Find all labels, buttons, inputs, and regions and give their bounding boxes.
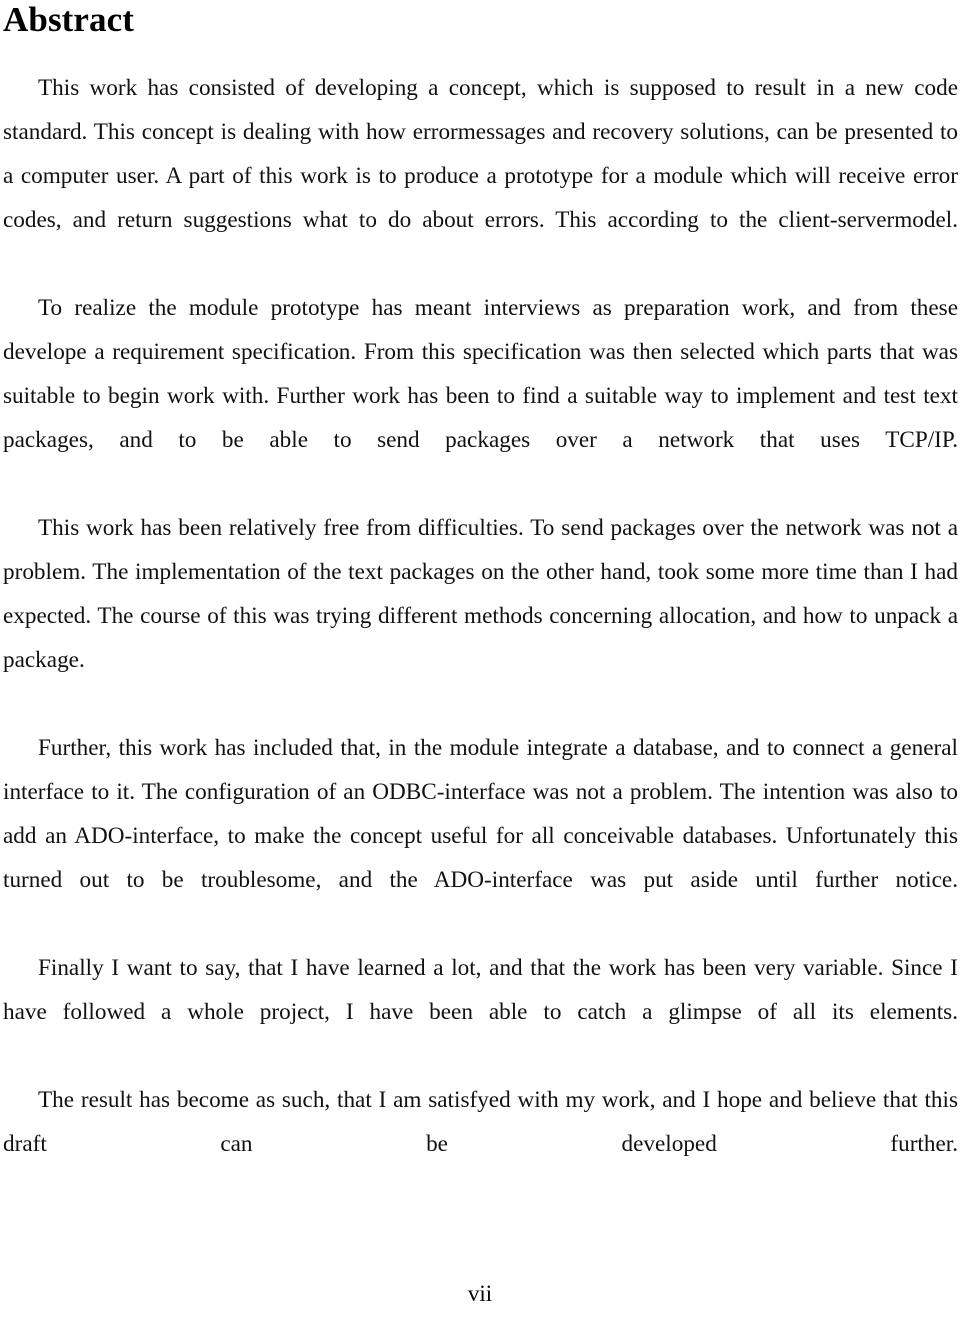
abstract-body: This work has consisted of developing a … xyxy=(3,66,958,1210)
page-content: Abstract This work has consisted of deve… xyxy=(3,0,958,1210)
paragraph: This work has consisted of developing a … xyxy=(3,75,958,233)
page-number: vii xyxy=(467,1281,493,1306)
paragraph: Further, this work has included that, in… xyxy=(3,735,958,893)
paragraph: To realize the module prototype has mean… xyxy=(3,295,958,453)
document-page: Abstract This work has consisted of deve… xyxy=(0,0,960,1325)
paragraph: This work has been relatively free from … xyxy=(3,515,958,673)
page-title: Abstract xyxy=(3,0,135,39)
paragraph: Finally I want to say, that I have learn… xyxy=(3,955,958,1025)
paragraph: The result has become as such, that I am… xyxy=(3,1087,958,1157)
